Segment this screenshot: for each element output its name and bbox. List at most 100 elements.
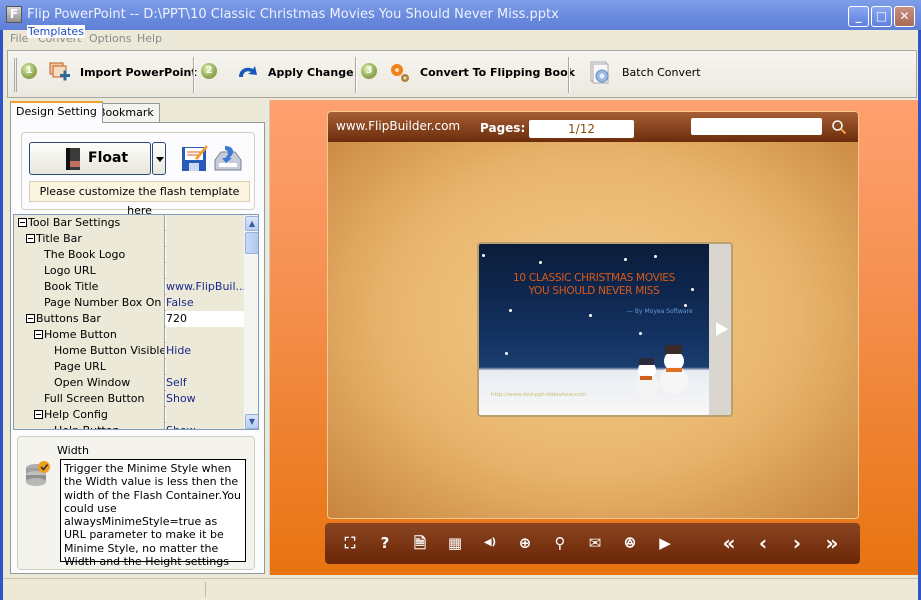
site-link[interactable]: www.FlipBuilder.com [336,119,460,133]
menu-options[interactable]: Options [89,32,131,45]
property-value[interactable] [166,263,244,279]
property-row[interactable]: Book Title www.FlipBuil... [14,279,244,295]
property-label: Logo URL [44,264,96,277]
property-name: Page URL [14,359,164,375]
property-grid-scrollbar[interactable]: ▲ ▼ [244,215,258,429]
next-page-arrow-icon[interactable] [716,322,728,336]
apply-change-label: Apply Change [268,66,354,79]
property-value[interactable]: Show [166,391,244,407]
last-page-button[interactable]: » [821,532,843,554]
collapse-icon[interactable] [18,218,27,227]
search-icon[interactable] [831,119,847,135]
import-powerpoint-label: Import PowerPoint [80,66,197,79]
slide-url: http://www.dvd-ppt-slideshow.com [491,392,586,398]
property-row[interactable]: Help Button Show [14,423,244,429]
property-row[interactable]: Home Button Visible Hide [14,343,244,359]
property-name: Buttons Bar [14,311,164,327]
property-value[interactable] [166,359,244,375]
search-button[interactable]: ⚲ [549,532,571,554]
scroll-thumb[interactable] [245,232,258,254]
property-name: Help Button [14,423,164,429]
property-row[interactable]: Help Config [14,407,244,423]
collapse-icon[interactable] [34,410,43,419]
load-template-icon[interactable] [213,144,243,172]
convert-to-flipping-book-button[interactable]: Convert To Flipping Book [388,59,575,87]
sound-button[interactable]: ◀) [479,532,501,554]
batch-convert-button[interactable]: Batch Convert [590,59,710,87]
property-value[interactable] [166,247,244,263]
property-name: Title Bar [14,231,164,247]
prev-page-button[interactable]: ‹ [752,532,774,554]
fullscreen-button[interactable]: ⛶ [339,532,361,554]
maximize-button[interactable]: □ [871,6,892,27]
property-row[interactable]: Title Bar [14,231,244,247]
property-label: Title Bar [36,232,82,245]
step-1-badge: 1 [21,63,37,79]
menu-help[interactable]: Help [137,32,162,45]
minimize-button[interactable]: _ [848,6,869,27]
window-title: Flip PowerPoint -- D:\PPT\10 Classic Chr… [27,7,559,22]
autoplay-button[interactable]: ▶ [654,532,676,554]
property-value[interactable]: Self [166,375,244,391]
property-value[interactable] [166,215,244,231]
apply-change-button[interactable]: Apply Change [236,59,356,87]
template-select-button[interactable]: Float [29,142,151,175]
property-row[interactable]: The Book Logo [14,247,244,263]
property-row[interactable]: Open Window Self [14,375,244,391]
toolbar-separator [568,57,570,93]
close-button[interactable]: ✕ [894,6,915,27]
app-icon: F [6,6,22,23]
app-window: F Flip PowerPoint -- D:\PPT\10 Classic C… [0,0,921,600]
property-label: The Book Logo [44,248,126,261]
next-page-button[interactable]: › [786,532,808,554]
slide-title-line2: YOU SHOULD NEVER MISS [528,285,660,297]
zoom-in-button[interactable]: ⊕ [514,532,536,554]
import-powerpoint-button[interactable]: Import PowerPoint [48,59,197,87]
property-value[interactable] [166,407,244,423]
scroll-down-button[interactable]: ▼ [245,414,258,429]
property-value[interactable]: False [166,295,244,311]
property-row[interactable]: Home Button [14,327,244,343]
property-label: Home Button [44,328,117,341]
property-row[interactable]: Page Number Box On ... False [14,295,244,311]
tab-design-setting[interactable]: Design Setting [10,101,103,123]
property-row[interactable]: Page URL [14,359,244,375]
collapse-icon[interactable] [26,314,35,323]
toolbar-separator [355,57,357,93]
page-number-input[interactable]: 1/12 [529,120,634,138]
scroll-up-button[interactable]: ▲ [245,216,258,231]
share-button[interactable]: ꔮ [619,532,641,554]
print-button[interactable]: 🗎 [409,532,431,554]
help-button[interactable]: ? [374,532,396,554]
book-page[interactable]: 10 CLASSIC CHRISTMAS MOVIES YOU SHOULD N… [477,242,733,417]
property-value[interactable] [166,231,244,247]
first-page-button[interactable]: « [718,532,740,554]
save-template-icon[interactable] [181,144,209,172]
collapse-icon[interactable] [26,234,35,243]
property-value[interactable]: Show [166,423,244,429]
slide-title: 10 CLASSIC CHRISTMAS MOVIES YOU SHOULD N… [479,272,709,298]
property-label: Full Screen Button [44,392,145,405]
property-value[interactable]: Hide [166,343,244,359]
property-name: Book Title [14,279,164,295]
property-row[interactable]: Buttons Bar 720 [14,311,244,327]
property-value[interactable] [166,327,244,343]
email-button[interactable]: ✉ [584,532,606,554]
templates-label: Templates [27,25,85,38]
search-input[interactable] [691,118,822,135]
property-label: Help Button [54,424,119,429]
toolbar-grip[interactable] [14,58,17,92]
status-separator [205,582,206,597]
property-value-input[interactable]: 720 [166,311,244,327]
property-name: Home Button Visible [14,343,164,359]
property-row[interactable]: Logo URL [14,263,244,279]
property-row[interactable]: Tool Bar Settings [14,215,244,231]
template-dropdown-button[interactable] [152,142,166,175]
collapse-icon[interactable] [34,330,43,339]
property-row[interactable]: Full Screen Button Show [14,391,244,407]
property-name: Full Screen Button [14,391,164,407]
thumbnails-button[interactable]: ▦ [444,532,466,554]
property-value[interactable]: www.FlipBuil... [166,279,244,295]
title-bar: F Flip PowerPoint -- D:\PPT\10 Classic C… [0,0,921,30]
menu-file[interactable]: File [10,32,28,45]
